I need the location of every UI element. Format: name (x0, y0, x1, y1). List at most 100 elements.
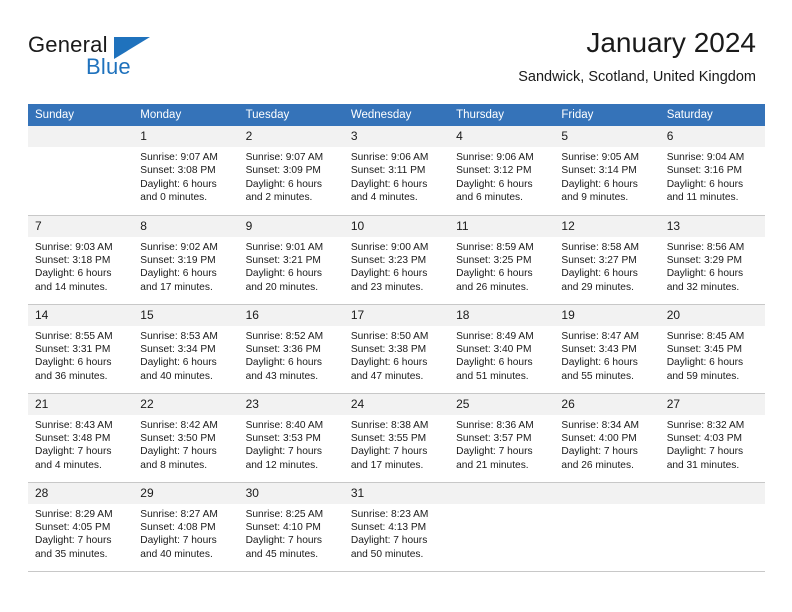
day-number (28, 126, 134, 147)
calendar-day-cell[interactable]: 10 Sunrise: 9:00 AM Sunset: 3:23 PM Dayligh… (343, 215, 450, 305)
day-number: 13 (659, 215, 765, 237)
calendar-container: Sunday Monday Tuesday Wednesday Thursday… (28, 104, 765, 572)
calendar-week-row: 21 Sunrise: 8:43 AM Sunset: 3:48 PM Dayligh… (28, 393, 765, 483)
day-number: 29 (133, 482, 239, 504)
daylight-text-line1: Daylight: 7 hours (140, 535, 217, 547)
calendar-day-cell[interactable]: 29 Sunrise: 8:27 AM Sunset: 4:08 PM Dayligh… (133, 482, 239, 572)
calendar-day-cell[interactable]: 24 Sunrise: 8:38 AM Sunset: 3:55 PM Dayligh… (343, 393, 450, 483)
sunset-text: Sunset: 3:48 PM (35, 432, 111, 444)
brand-name-blue: Blue (86, 54, 131, 79)
calendar-day-cell[interactable]: 23 Sunrise: 8:40 AM Sunset: 3:53 PM Dayligh… (238, 393, 344, 483)
calendar-day-cell[interactable]: 28 Sunrise: 8:29 AM Sunset: 4:05 PM Dayligh… (28, 482, 134, 572)
sunset-text: Sunset: 3:21 PM (245, 254, 321, 266)
day-details: Sunrise: 8:53 AM Sunset: 3:34 PM Daylight:… (133, 326, 238, 384)
sunrise-text: Sunrise: 8:32 AM (666, 419, 745, 431)
daylight-text-line1: Daylight: 6 hours (245, 357, 323, 369)
calendar-day-cell[interactable]: 15 Sunrise: 8:53 AM Sunset: 3:34 PM Dayligh… (133, 304, 239, 394)
day-number: 30 (238, 482, 344, 504)
calendar-day-cell[interactable]: 18 Sunrise: 8:49 AM Sunset: 3:40 PM Dayligh… (449, 304, 555, 394)
day-number: 15 (133, 304, 239, 326)
sunset-text: Sunset: 3:57 PM (456, 432, 532, 444)
day-details: Sunrise: 9:00 AM Sunset: 3:23 PM Daylight:… (344, 237, 449, 295)
sunrise-text: Sunrise: 8:53 AM (140, 330, 218, 342)
daylight-text-line2: and 12 minutes. (245, 459, 319, 471)
day-details: Sunrise: 8:45 AM Sunset: 3:45 PM Daylight:… (660, 326, 765, 384)
sunrise-text: Sunrise: 8:38 AM (350, 419, 429, 431)
calendar-day-cell[interactable]: 16 Sunrise: 8:52 AM Sunset: 3:36 PM Dayligh… (238, 304, 344, 394)
calendar-day-cell[interactable]: 26 Sunrise: 8:34 AM Sunset: 4:00 PM Dayligh… (554, 393, 660, 483)
daylight-text-line1: Daylight: 6 hours (35, 268, 112, 280)
calendar-day-cell[interactable]: 6 Sunrise: 9:04 AM Sunset: 3:16 PM Daylight… (659, 126, 765, 216)
brand-logo[interactable]: General Blue (28, 32, 178, 90)
day-details: Sunrise: 8:47 AM Sunset: 3:43 PM Daylight:… (554, 326, 659, 384)
calendar-day-cell-empty (554, 482, 660, 572)
calendar-day-cell[interactable]: 13 Sunrise: 8:56 AM Sunset: 3:29 PM Dayligh… (659, 215, 765, 305)
sunrise-text: Sunrise: 8:59 AM (456, 241, 534, 253)
sunrise-text: Sunrise: 8:47 AM (561, 330, 639, 342)
day-details: Sunrise: 8:49 AM Sunset: 3:40 PM Daylight:… (449, 326, 554, 384)
day-number: 10 (343, 215, 450, 237)
weekday-header-monday: Monday (133, 104, 239, 126)
daylight-text-line1: Daylight: 6 hours (245, 178, 323, 190)
sunrise-text: Sunrise: 8:29 AM (35, 508, 113, 520)
daylight-text-line2: and 51 minutes. (456, 370, 529, 382)
daylight-text-line2: and 29 minutes. (561, 281, 634, 293)
calendar-day-cell[interactable]: 11 Sunrise: 8:59 AM Sunset: 3:25 PM Dayligh… (449, 215, 555, 305)
daylight-text-line2: and 45 minutes. (245, 548, 319, 560)
day-number: 11 (449, 215, 555, 237)
calendar-day-cell[interactable]: 5 Sunrise: 9:05 AM Sunset: 3:14 PM Daylight… (554, 126, 660, 216)
calendar-day-cell[interactable]: 7 Sunrise: 9:03 AM Sunset: 3:18 PM Daylight… (28, 215, 134, 305)
daylight-text-line1: Daylight: 6 hours (350, 357, 428, 369)
daylight-text-line2: and 26 minutes. (456, 281, 529, 293)
calendar-header-row: Sunday Monday Tuesday Wednesday Thursday… (28, 104, 765, 126)
calendar-day-cell[interactable]: 21 Sunrise: 8:43 AM Sunset: 3:48 PM Dayligh… (28, 393, 134, 483)
daylight-text-line1: Daylight: 7 hours (245, 446, 323, 458)
calendar-day-cell[interactable]: 3 Sunrise: 9:06 AM Sunset: 3:11 PM Daylight… (343, 126, 450, 216)
daylight-text-line2: and 14 minutes. (35, 281, 108, 293)
sunset-text: Sunset: 3:43 PM (561, 343, 637, 355)
calendar-day-cell[interactable]: 9 Sunrise: 9:01 AM Sunset: 3:21 PM Daylight… (238, 215, 344, 305)
calendar-day-cell[interactable]: 31 Sunrise: 8:23 AM Sunset: 4:13 PM Dayligh… (343, 482, 450, 572)
calendar-day-cell[interactable]: 12 Sunrise: 8:58 AM Sunset: 3:27 PM Dayligh… (554, 215, 660, 305)
day-number: 25 (449, 393, 555, 415)
calendar-day-cell[interactable]: 27 Sunrise: 8:32 AM Sunset: 4:03 PM Dayligh… (659, 393, 765, 483)
day-details: Sunrise: 8:27 AM Sunset: 4:08 PM Daylight:… (133, 504, 238, 562)
sunrise-text: Sunrise: 9:05 AM (561, 152, 639, 163)
sunrise-text: Sunrise: 8:23 AM (350, 508, 429, 520)
daylight-text-line1: Daylight: 7 hours (245, 535, 323, 547)
calendar-day-cell[interactable]: 19 Sunrise: 8:47 AM Sunset: 3:43 PM Dayligh… (554, 304, 660, 394)
sunset-text: Sunset: 3:09 PM (245, 165, 321, 177)
daylight-text-line1: Daylight: 6 hours (561, 268, 638, 280)
calendar-table: Sunday Monday Tuesday Wednesday Thursday… (28, 104, 765, 572)
daylight-text-line1: Daylight: 7 hours (35, 446, 112, 458)
calendar-day-cell[interactable]: 17 Sunrise: 8:50 AM Sunset: 3:38 PM Dayligh… (343, 304, 450, 394)
day-number: 4 (449, 126, 555, 147)
sunset-text: Sunset: 3:53 PM (245, 432, 321, 444)
calendar-day-cell[interactable]: 20 Sunrise: 8:45 AM Sunset: 3:45 PM Dayligh… (659, 304, 765, 394)
calendar-day-cell[interactable]: 1 Sunrise: 9:07 AM Sunset: 3:08 PM Daylight… (133, 126, 239, 216)
sunset-text: Sunset: 4:05 PM (35, 521, 111, 533)
sunrise-text: Sunrise: 8:50 AM (350, 330, 429, 342)
calendar-day-cell[interactable]: 8 Sunrise: 9:02 AM Sunset: 3:19 PM Daylight… (133, 215, 239, 305)
day-number: 26 (554, 393, 660, 415)
calendar-day-cell[interactable]: 2 Sunrise: 9:07 AM Sunset: 3:09 PM Daylight… (238, 126, 344, 216)
daylight-text-line2: and 9 minutes. (561, 192, 629, 204)
daylight-text-line1: Daylight: 6 hours (245, 268, 323, 280)
calendar-day-cell[interactable]: 14 Sunrise: 8:55 AM Sunset: 3:31 PM Dayligh… (28, 304, 134, 394)
calendar-day-cell[interactable]: 22 Sunrise: 8:42 AM Sunset: 3:50 PM Dayligh… (133, 393, 239, 483)
day-number: 16 (238, 304, 344, 326)
calendar-day-cell[interactable]: 30 Sunrise: 8:25 AM Sunset: 4:10 PM Dayligh… (238, 482, 344, 572)
location-subtitle: Sandwick, Scotland, United Kingdom (518, 69, 756, 85)
calendar-day-cell[interactable]: 25 Sunrise: 8:36 AM Sunset: 3:57 PM Dayligh… (449, 393, 555, 483)
day-details: Sunrise: 8:50 AM Sunset: 3:38 PM Daylight:… (344, 326, 449, 384)
daylight-text-line1: Daylight: 7 hours (140, 446, 217, 458)
calendar-day-cell[interactable]: 4 Sunrise: 9:06 AM Sunset: 3:12 PM Daylight… (449, 126, 555, 216)
day-number (449, 482, 555, 504)
day-number: 18 (449, 304, 555, 326)
day-number: 19 (554, 304, 660, 326)
day-number: 23 (238, 393, 344, 415)
weekday-header-tuesday: Tuesday (238, 104, 344, 126)
day-number: 5 (554, 126, 660, 147)
daylight-text-line1: Daylight: 6 hours (666, 268, 744, 280)
day-details: Sunrise: 8:29 AM Sunset: 4:05 PM Daylight:… (28, 504, 133, 562)
